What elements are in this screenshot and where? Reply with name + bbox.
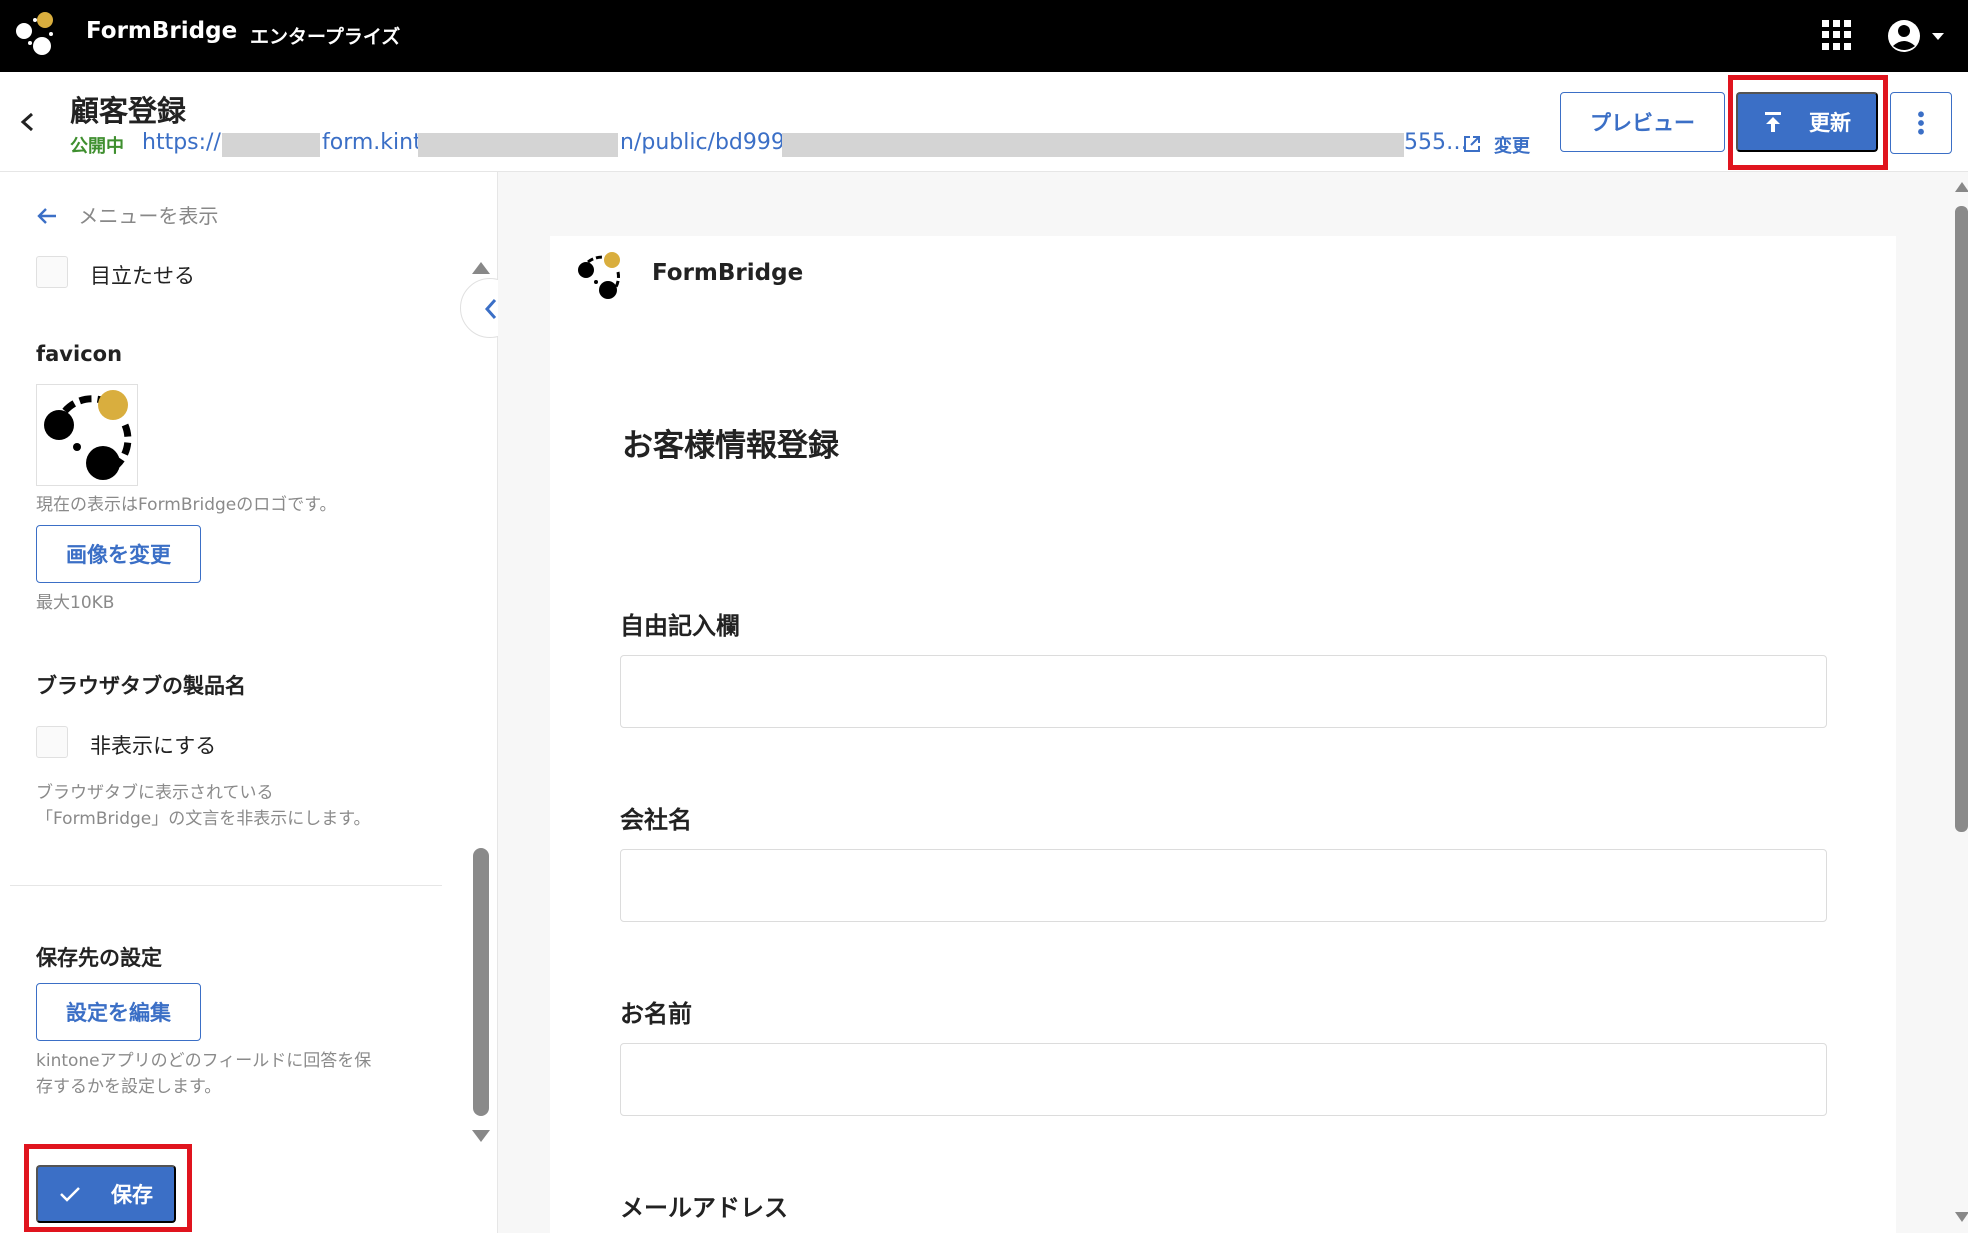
highlight-checkbox[interactable] (36, 256, 68, 288)
account-menu-button[interactable] (1884, 16, 1954, 56)
favicon-title: favicon (36, 342, 123, 366)
show-menu-link[interactable]: メニューを表示 (36, 200, 218, 229)
formbridge-logo-icon (16, 12, 53, 55)
divider (10, 885, 442, 886)
hide-name-checkbox[interactable] (36, 726, 68, 758)
app-brand: FormBridge (86, 18, 238, 44)
preview-scroll-down-arrow[interactable] (1955, 1212, 1968, 1222)
field-label: メールアドレス (620, 1194, 788, 1222)
public-url-link[interactable]: https://s form.kint n/public/bd999 555… (142, 130, 1468, 160)
scroll-up-arrow[interactable] (472, 262, 490, 274)
redacted-block (222, 133, 320, 157)
save-destination-title: 保存先の設定 (36, 946, 162, 970)
save-destination-hint-line1: kintoneアプリのどのフィールドに回答を保 (36, 1051, 372, 1071)
more-vert-icon (1918, 111, 1924, 135)
edit-settings-button[interactable]: 設定を編集 (36, 983, 201, 1041)
url-part: 555… (1404, 130, 1468, 155)
check-icon (60, 1187, 80, 1202)
change-image-button[interactable]: 画像を変更 (36, 525, 201, 583)
free-text-input[interactable] (620, 655, 1827, 728)
hide-hint-line2: 「FormBridge」の文言を非表示にします。 (36, 809, 371, 829)
field-label: お名前 (620, 1000, 692, 1028)
browser-tab-title: ブラウザタブの製品名 (36, 674, 246, 698)
redacted-block (418, 133, 618, 157)
save-button-label: 保存 (111, 1183, 153, 1207)
arrow-left-icon (37, 208, 56, 224)
chevron-down-icon (1932, 33, 1944, 40)
more-options-button[interactable] (1890, 92, 1952, 154)
scroll-down-arrow[interactable] (472, 1130, 490, 1142)
field-label: 自由記入欄 (620, 612, 740, 640)
page-header: 顧客登録 公開中 https://s form.kint n/public/bd… (0, 72, 1968, 172)
save-button[interactable]: 保存 (36, 1165, 176, 1223)
change-url-link[interactable]: 変更 (1494, 132, 1530, 158)
upload-icon (1765, 112, 1781, 132)
hide-name-checkbox-label: 非表示にする (90, 734, 217, 758)
field-label: 会社名 (620, 806, 692, 834)
name-input[interactable] (620, 1043, 1827, 1116)
page-title: 顧客登録 (70, 94, 187, 128)
max-size-hint: 最大10KB (36, 593, 115, 613)
apps-grid-icon[interactable] (1822, 20, 1852, 50)
save-destination-hint-line2: 存するかを設定します。 (36, 1077, 222, 1097)
edition-label: エンタープライズ (250, 26, 401, 48)
redacted-block (782, 133, 1404, 157)
url-part: https://s (142, 130, 233, 155)
company-name-input[interactable] (620, 849, 1827, 922)
back-chevron-icon[interactable] (16, 108, 40, 136)
preview-scrollbar-thumb[interactable] (1955, 206, 1968, 832)
hide-hint-line1: ブラウザタブに表示されている (36, 783, 274, 803)
preview-scroll-up-arrow[interactable] (1955, 182, 1968, 192)
highlight-checkbox-label: 目立たせる (90, 264, 195, 288)
url-part: form.kint (322, 130, 422, 155)
external-link-icon[interactable] (1462, 134, 1482, 154)
favicon-preview (36, 384, 138, 486)
url-part: n/public/bd999 (620, 130, 785, 155)
preview-brand: FormBridge (652, 260, 804, 286)
show-menu-label: メニューを表示 (78, 204, 219, 228)
panel-scrollbar-thumb[interactable] (473, 848, 489, 1116)
update-button-label: 更新 (1809, 111, 1851, 135)
form-title: お客様情報登録 (622, 428, 839, 464)
top-bar: FormBridge エンタープライズ (0, 0, 1968, 72)
preview-button[interactable]: プレビュー (1560, 92, 1725, 152)
formbridge-logo-icon (44, 390, 132, 480)
account-circle-icon (1888, 20, 1920, 52)
status-badge: 公開中 (70, 136, 124, 157)
formbridge-logo-icon (578, 252, 620, 299)
settings-panel: メニューを表示 目立たせる favicon 現在の表示はFormBridgeのロ… (0, 172, 498, 1233)
favicon-hint: 現在の表示はFormBridgeのロゴです。 (36, 495, 337, 515)
update-button[interactable]: 更新 (1736, 92, 1878, 152)
